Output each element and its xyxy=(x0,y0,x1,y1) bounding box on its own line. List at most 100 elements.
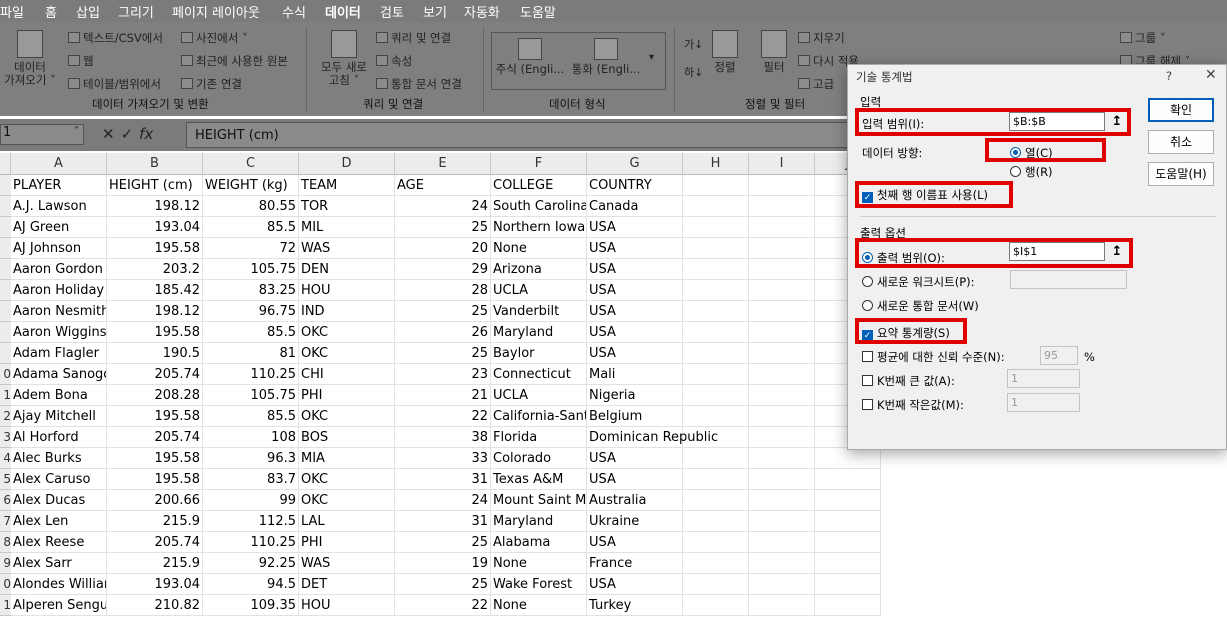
table-cell[interactable] xyxy=(749,469,815,490)
recent-sources-button[interactable]: 최근에 사용한 원본 xyxy=(181,53,288,69)
table-cell[interactable]: Dominican Republic xyxy=(587,427,718,448)
table-cell[interactable]: USA xyxy=(587,574,683,595)
row-header[interactable]: 5 xyxy=(0,469,11,490)
header-cell[interactable]: COUNTRY xyxy=(587,175,683,196)
table-cell[interactable]: OKC xyxy=(299,322,395,343)
help-icon[interactable]: ? xyxy=(1166,69,1172,83)
table-cell[interactable]: PHI xyxy=(299,385,395,406)
table-cell[interactable] xyxy=(749,406,815,427)
column-header[interactable]: H xyxy=(683,153,749,175)
menu-page-layout[interactable]: 페이지 레이아웃 xyxy=(172,2,260,21)
table-cell[interactable]: WAS xyxy=(299,238,395,259)
table-cell[interactable]: 33 xyxy=(395,448,491,469)
table-cell[interactable]: Ajay Mitchell xyxy=(11,406,107,427)
table-cell[interactable] xyxy=(683,217,749,238)
table-cell[interactable]: Adama Sanogo xyxy=(11,364,107,385)
table-cell[interactable]: HOU xyxy=(299,280,395,301)
table-cell[interactable] xyxy=(749,448,815,469)
table-cell[interactable]: BOS xyxy=(299,427,395,448)
stocks-button[interactable]: 주식 (Engli... xyxy=(494,38,566,76)
table-cell[interactable]: 19 xyxy=(395,553,491,574)
table-cell[interactable]: WAS xyxy=(299,553,395,574)
table-cell[interactable]: None xyxy=(491,238,587,259)
table-cell[interactable]: DET xyxy=(299,574,395,595)
table-cell[interactable]: 108 xyxy=(203,427,299,448)
new-worksheet-field[interactable] xyxy=(1010,270,1127,289)
table-cell[interactable]: Arizona xyxy=(491,259,587,280)
table-cell[interactable]: 83.25 xyxy=(203,280,299,301)
group-button[interactable]: 그룹 ˅ xyxy=(1120,30,1166,46)
table-cell[interactable]: 31 xyxy=(395,469,491,490)
close-icon[interactable]: ✕ xyxy=(1205,67,1217,83)
table-cell[interactable]: HOU xyxy=(299,595,395,616)
table-cell[interactable]: 203.2 xyxy=(107,259,203,280)
table-cell[interactable]: Canada xyxy=(587,196,683,217)
from-table-range-button[interactable]: 테이블/범위에서 xyxy=(68,76,161,92)
header-cell[interactable]: WEIGHT (kg) xyxy=(203,175,299,196)
table-cell[interactable]: 72 xyxy=(203,238,299,259)
table-cell[interactable] xyxy=(749,595,815,616)
menu-insert[interactable]: 삽입 xyxy=(76,2,100,21)
table-cell[interactable]: 205.74 xyxy=(107,532,203,553)
properties-button[interactable]: 속성 xyxy=(376,53,412,69)
table-cell[interactable]: Maryland xyxy=(491,322,587,343)
menu-formulas[interactable]: 수식 xyxy=(282,2,306,21)
table-cell[interactable] xyxy=(683,301,749,322)
table-cell[interactable] xyxy=(749,385,815,406)
table-cell[interactable]: Alex Caruso xyxy=(11,469,107,490)
table-cell[interactable]: USA xyxy=(587,469,683,490)
table-cell[interactable]: California-Santa xyxy=(491,406,587,427)
table-cell[interactable]: 200.66 xyxy=(107,490,203,511)
table-cell[interactable]: 110.25 xyxy=(203,532,299,553)
table-cell[interactable]: Alex Sarr xyxy=(11,553,107,574)
table-cell[interactable] xyxy=(683,343,749,364)
table-cell[interactable]: 96.3 xyxy=(203,448,299,469)
row-header[interactable]: 7 xyxy=(0,511,11,532)
from-web-button[interactable]: 웹 xyxy=(68,53,94,69)
table-cell[interactable]: Alabama xyxy=(491,532,587,553)
table-cell[interactable]: Northern Iowa xyxy=(491,217,587,238)
table-cell[interactable]: Aaron Gordon xyxy=(11,259,107,280)
table-cell[interactable]: 25 xyxy=(395,343,491,364)
table-cell[interactable]: Aaron Wiggins xyxy=(11,322,107,343)
table-cell[interactable] xyxy=(749,301,815,322)
table-cell[interactable]: USA xyxy=(587,322,683,343)
menu-draw[interactable]: 그리기 xyxy=(118,2,154,21)
table-cell[interactable] xyxy=(749,364,815,385)
table-cell[interactable]: Adam Flagler xyxy=(11,343,107,364)
table-cell[interactable]: 96.75 xyxy=(203,301,299,322)
kth-largest-field[interactable]: 1 xyxy=(1007,369,1080,388)
table-cell[interactable] xyxy=(749,553,815,574)
column-header[interactable]: G xyxy=(587,153,683,175)
row-header[interactable] xyxy=(0,322,11,343)
menu-view[interactable]: 보기 xyxy=(423,2,447,21)
table-cell[interactable]: 195.58 xyxy=(107,469,203,490)
table-cell[interactable]: 25 xyxy=(395,301,491,322)
table-cell[interactable]: 83.7 xyxy=(203,469,299,490)
header-cell[interactable]: HEIGHT (cm) xyxy=(107,175,203,196)
clear-button[interactable]: 지우기 xyxy=(798,30,845,46)
header-cell[interactable]: AGE xyxy=(395,175,491,196)
table-cell[interactable] xyxy=(683,490,749,511)
table-cell[interactable] xyxy=(815,511,881,532)
select-all-corner[interactable] xyxy=(0,153,11,175)
table-cell[interactable] xyxy=(749,343,815,364)
table-cell[interactable]: 208.28 xyxy=(107,385,203,406)
table-cell[interactable]: MIL xyxy=(299,217,395,238)
table-cell[interactable] xyxy=(749,427,815,448)
table-cell[interactable]: Alec Burks xyxy=(11,448,107,469)
table-cell[interactable] xyxy=(683,532,749,553)
table-cell[interactable] xyxy=(815,595,881,616)
table-cell[interactable]: 25 xyxy=(395,574,491,595)
table-cell[interactable]: 24 xyxy=(395,490,491,511)
column-header[interactable]: A xyxy=(11,153,107,175)
table-cell[interactable]: 205.74 xyxy=(107,364,203,385)
table-cell[interactable]: 20 xyxy=(395,238,491,259)
table-cell[interactable] xyxy=(749,490,815,511)
table-cell[interactable]: 29 xyxy=(395,259,491,280)
table-cell[interactable]: Alex Len xyxy=(11,511,107,532)
row-header[interactable] xyxy=(0,280,11,301)
table-cell[interactable]: Alex Ducas xyxy=(11,490,107,511)
table-cell[interactable]: Mali xyxy=(587,364,683,385)
table-cell[interactable]: Florida xyxy=(491,427,587,448)
